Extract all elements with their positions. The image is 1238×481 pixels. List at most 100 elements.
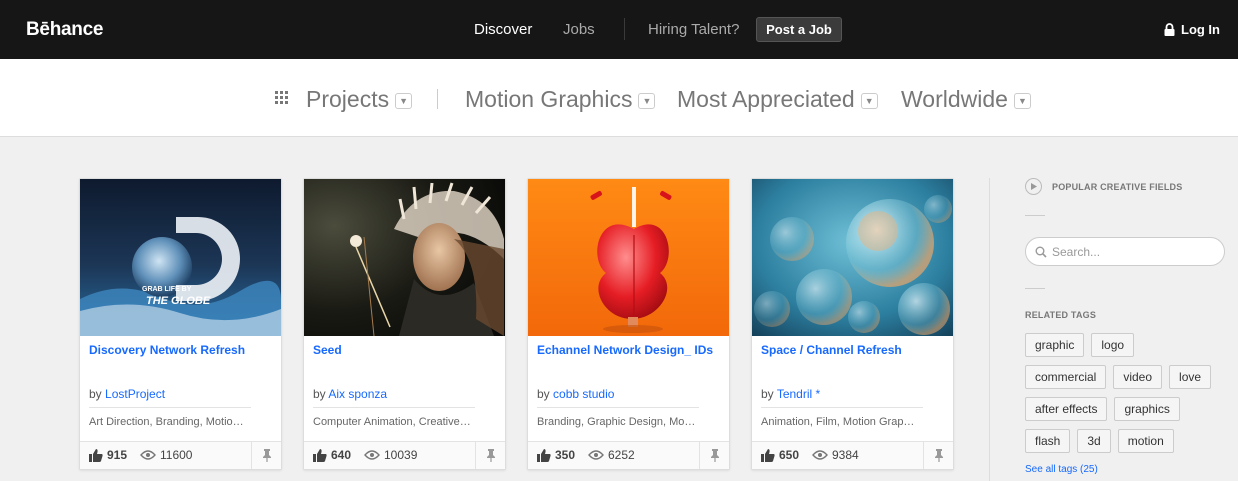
sidebar-divider: [989, 178, 990, 481]
search-icon: [1035, 246, 1047, 258]
post-a-job-button[interactable]: Post a Job: [756, 17, 842, 42]
nav-hiring-talent-link[interactable]: Hiring Talent?: [648, 21, 739, 38]
project-fields: Computer Animation, Creative…: [313, 416, 471, 428]
author-link[interactable]: Aix sponza: [328, 387, 387, 401]
tag-search-box: [1025, 237, 1225, 266]
project-stats: 915 11600: [80, 441, 281, 469]
by-label: by: [761, 387, 774, 401]
location-label: Worldwide: [901, 86, 1008, 112]
popular-creative-fields-toggle[interactable]: POPULAR CREATIVE FIELDS: [1025, 178, 1182, 195]
thumbs-up-icon: [761, 448, 775, 462]
search-input[interactable]: [1052, 244, 1212, 259]
tag-logo[interactable]: logo: [1091, 333, 1135, 357]
views-count: 9384: [832, 448, 859, 462]
views-stat: 9384: [812, 448, 859, 462]
projects-filter-label: Projects: [306, 86, 390, 112]
log-in-button[interactable]: Log In: [1164, 22, 1220, 37]
pin-icon: [486, 449, 495, 462]
tag-after-effects[interactable]: after effects: [1025, 397, 1108, 421]
project-author: by Aix sponza: [313, 387, 387, 401]
related-tags-heading: RELATED TAGS: [1025, 310, 1097, 320]
eye-icon: [812, 450, 828, 460]
tag-video[interactable]: video: [1113, 365, 1163, 389]
pin-icon: [710, 449, 719, 462]
project-author: by cobb studio: [537, 387, 614, 401]
eye-icon: [588, 450, 604, 460]
appreciations-stat: 915: [89, 448, 127, 462]
sort-dropdown[interactable]: Most Appreciated ▼: [677, 86, 878, 113]
tag-love[interactable]: love: [1169, 365, 1212, 389]
project-title[interactable]: Seed: [313, 343, 342, 357]
appreciations-count: 640: [331, 448, 352, 462]
views-stat: 10039: [364, 448, 417, 462]
by-label: by: [537, 387, 550, 401]
project-thumbnail[interactable]: [304, 179, 505, 336]
project-author: by Tendril *: [761, 387, 820, 401]
eye-icon: [364, 450, 380, 460]
divider: [1025, 215, 1045, 216]
project-thumbnail[interactable]: GRAB LIFE BY THE GLOBE: [80, 179, 281, 336]
project-fields: Art Direction, Branding, Motio…: [89, 416, 244, 428]
project-stats: 650 9384: [752, 441, 953, 469]
author-link[interactable]: cobb studio: [553, 387, 614, 401]
pin-button[interactable]: [475, 442, 505, 469]
tag-commercial[interactable]: commercial: [1025, 365, 1107, 389]
author-link[interactable]: LostProject: [105, 387, 165, 401]
thumbs-up-icon: [537, 448, 551, 462]
appreciations-count: 650: [779, 448, 800, 462]
popular-creative-fields-label: POPULAR CREATIVE FIELDS: [1052, 181, 1183, 192]
project-fields: Animation, Film, Motion Grap…: [761, 416, 915, 428]
pin-button[interactable]: [699, 442, 729, 469]
project-stats: 640 10039: [304, 441, 505, 469]
tag-motion[interactable]: motion: [1117, 429, 1174, 453]
filter-divider: [437, 89, 438, 109]
project-title[interactable]: Space / Channel Refresh: [761, 343, 902, 357]
project-title[interactable]: Discovery Network Refresh: [89, 343, 245, 357]
filter-bar: Projects ▼ Motion Graphics ▼ Most Apprec…: [0, 59, 1238, 137]
eye-icon: [140, 450, 156, 460]
sort-label: Most Appreciated: [677, 86, 855, 112]
pin-icon: [934, 449, 943, 462]
behance-logo[interactable]: Bēhance: [26, 19, 103, 41]
nav-discover-link[interactable]: Discover: [474, 21, 532, 38]
tag-flash[interactable]: flash: [1025, 429, 1071, 453]
thumbnail-tagline-bold: THE GLOBE: [146, 295, 211, 307]
chevron-down-icon: ▼: [638, 93, 656, 109]
nav-jobs-link[interactable]: Jobs: [563, 21, 595, 38]
author-link[interactable]: Tendril *: [777, 387, 820, 401]
lock-icon: [1164, 23, 1175, 36]
views-stat: 11600: [140, 448, 192, 462]
projects-filter-dropdown[interactable]: Projects ▼: [306, 86, 413, 113]
see-all-tags-link[interactable]: See all tags (25): [1025, 464, 1098, 475]
pin-button[interactable]: [923, 442, 953, 469]
location-dropdown[interactable]: Worldwide ▼: [901, 86, 1031, 113]
views-count: 11600: [160, 448, 193, 462]
project-title[interactable]: Echannel Network Design_ IDs: [537, 343, 713, 357]
by-label: by: [89, 387, 102, 401]
project-thumbnail[interactable]: [752, 179, 953, 336]
creative-field-dropdown[interactable]: Motion Graphics ▼: [465, 86, 656, 113]
appreciations-stat: 640: [313, 448, 351, 462]
tag-3d[interactable]: 3d: [1077, 429, 1111, 453]
appreciations-stat: 650: [761, 448, 799, 462]
project-author: by LostProject: [89, 387, 165, 401]
divider: [537, 407, 699, 408]
play-circle-icon: [1025, 178, 1042, 195]
nav-divider: [624, 18, 625, 40]
chevron-down-icon: ▼: [860, 93, 878, 109]
divider: [761, 407, 923, 408]
thumbnail-tagline: GRAB LIFE BY: [142, 286, 192, 293]
pin-button[interactable]: [251, 442, 281, 469]
chevron-down-icon: ▼: [395, 93, 413, 109]
project-card: Echannel Network Design_ IDs by cobb stu…: [527, 178, 730, 470]
tag-graphic[interactable]: graphic: [1025, 333, 1085, 357]
project-thumbnail[interactable]: [528, 179, 729, 336]
project-card: Seed by Aix sponza Computer Animation, C…: [303, 178, 506, 470]
thumbs-up-icon: [313, 448, 327, 462]
tag-graphics[interactable]: graphics: [1114, 397, 1180, 421]
views-count: 6252: [608, 448, 635, 462]
grid-icon: [275, 91, 288, 104]
project-fields: Branding, Graphic Design, Mo…: [537, 416, 696, 428]
by-label: by: [313, 387, 326, 401]
appreciations-count: 915: [107, 448, 128, 462]
